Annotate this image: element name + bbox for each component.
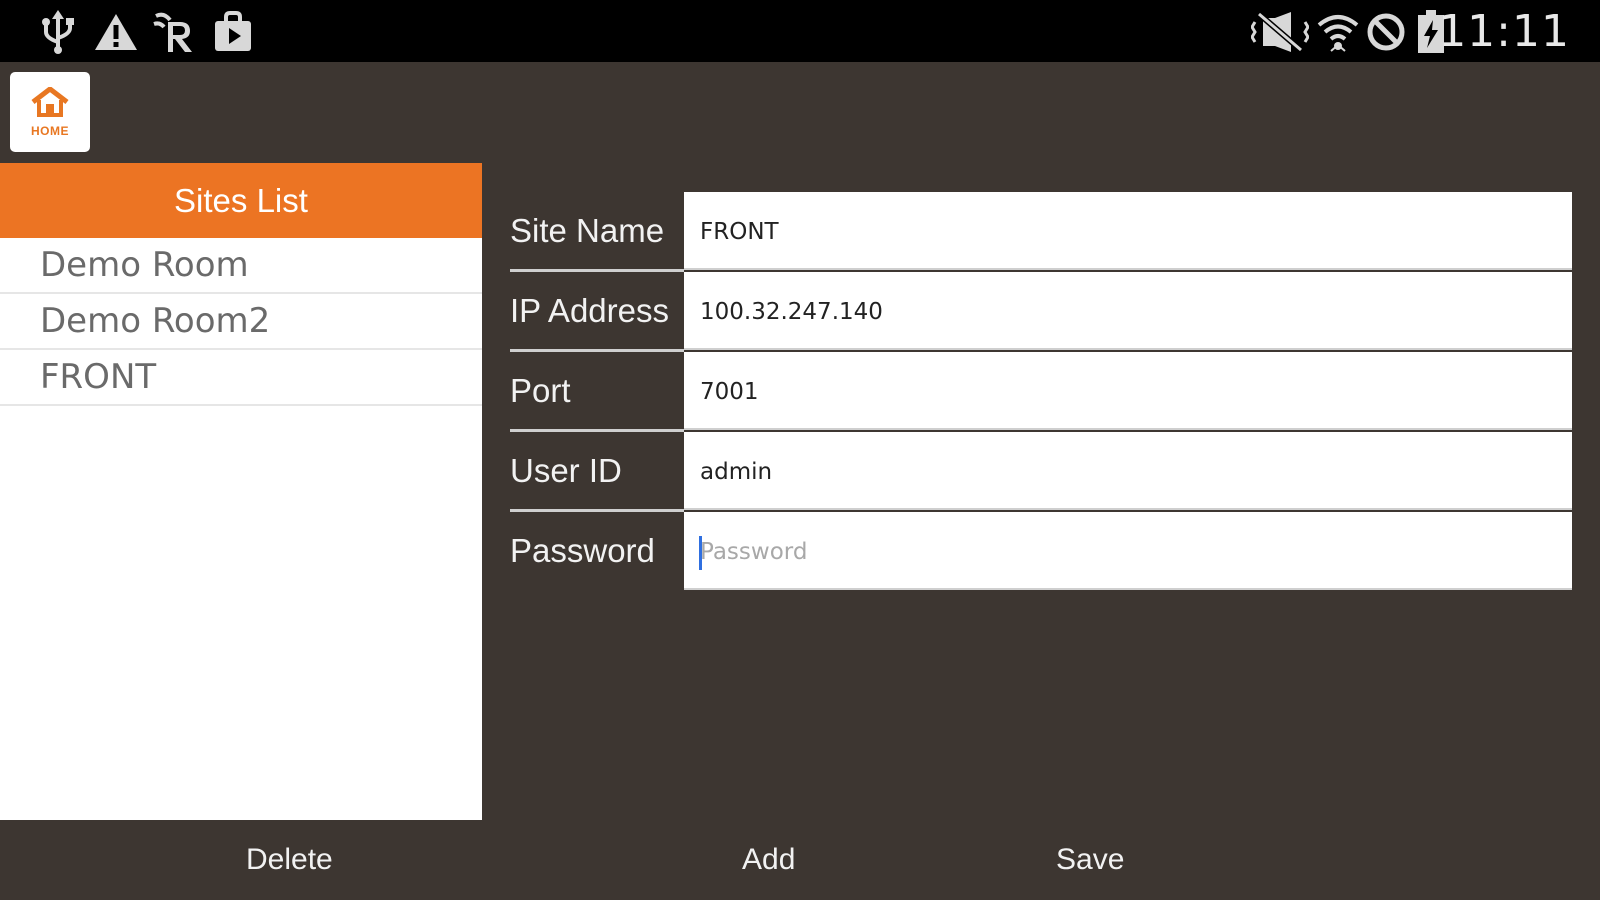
ip-address-row: IP Address	[510, 272, 1572, 352]
home-icon	[30, 86, 70, 122]
site-name-row: Site Name	[510, 192, 1572, 272]
clock: 11:11	[1438, 6, 1570, 57]
wifi-icon	[1316, 8, 1360, 56]
site-name-field[interactable]	[684, 192, 1572, 270]
store-icon	[210, 8, 256, 56]
site-item-demo-room[interactable]: Demo Room	[0, 238, 482, 294]
delete-button[interactable]: Delete	[246, 835, 333, 885]
home-label: HOME	[31, 123, 69, 138]
home-button[interactable]: HOME	[10, 72, 90, 152]
vibrate-mute-icon	[1250, 8, 1310, 56]
text-cursor	[699, 536, 702, 570]
status-bar: 11:11	[0, 0, 1600, 62]
user-id-field[interactable]	[684, 432, 1572, 510]
ip-address-label: IP Address	[510, 292, 669, 329]
site-form: Site Name IP Address Port User ID Passwo…	[510, 192, 1572, 592]
port-row: Port	[510, 352, 1572, 432]
user-id-label: User ID	[510, 452, 622, 489]
site-item-front[interactable]: FRONT	[0, 350, 482, 406]
port-field[interactable]	[684, 352, 1572, 430]
password-field[interactable]	[684, 512, 1572, 590]
password-label: Password	[510, 532, 655, 569]
save-button[interactable]: Save	[1056, 835, 1124, 885]
user-id-row: User ID	[510, 432, 1572, 512]
ip-address-field[interactable]	[684, 272, 1572, 350]
add-button[interactable]: Add	[742, 835, 795, 885]
port-label: Port	[510, 372, 571, 409]
password-row: Password	[510, 512, 1572, 592]
warning-icon	[92, 8, 140, 56]
block-icon	[1364, 8, 1408, 56]
site-item-demo-room2[interactable]: Demo Room2	[0, 294, 482, 350]
site-name-label: Site Name	[510, 212, 665, 249]
usb-icon	[38, 8, 78, 56]
network-icon	[150, 8, 198, 56]
sites-list-panel: Sites List Demo Room Demo Room2 FRONT	[0, 163, 482, 820]
sites-list-header: Sites List	[0, 163, 482, 238]
